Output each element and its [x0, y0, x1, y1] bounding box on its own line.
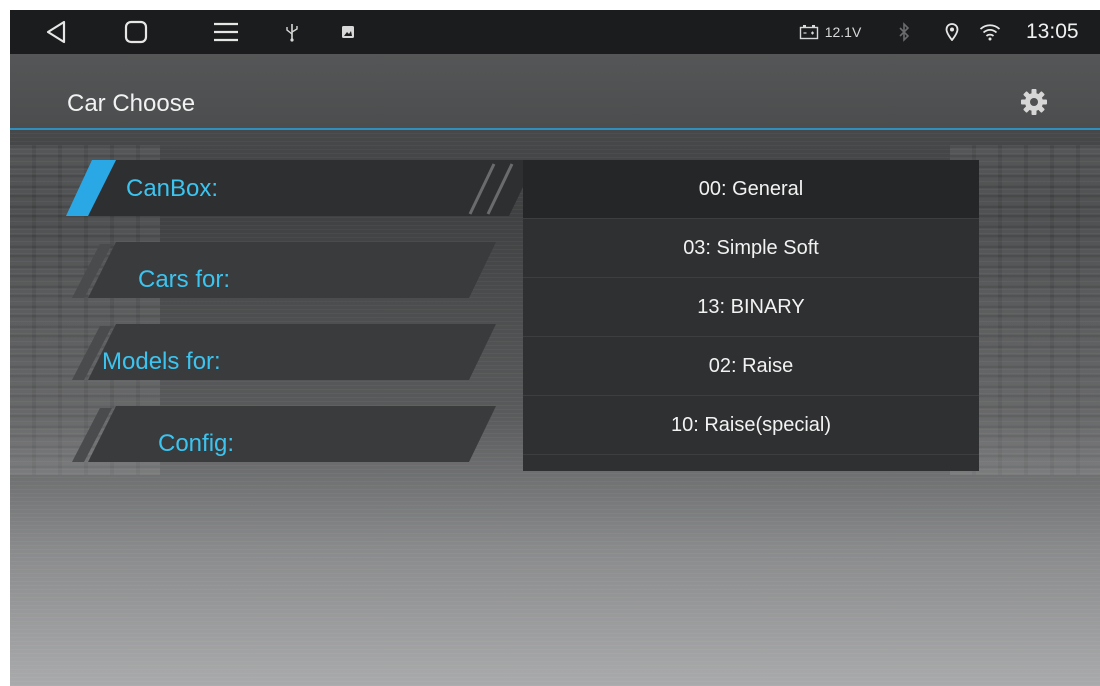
list-item-00-general[interactable]: 00: General: [523, 160, 979, 219]
clock-time: 13:05: [1026, 20, 1079, 43]
wifi-icon: [976, 10, 1004, 54]
gear-icon[interactable]: [1018, 86, 1050, 118]
menu-label-cars-for: Cars for:: [138, 266, 231, 293]
bluetooth-icon: [894, 10, 914, 54]
back-triangle-icon[interactable]: [38, 10, 74, 54]
menu-item-models-for[interactable]: Models for:: [66, 324, 506, 380]
page-title: Car Choose: [67, 90, 196, 117]
menu-label-models-for: Models for:: [102, 348, 221, 375]
battery-voltage-text: 12.1V: [824, 24, 862, 40]
menu-item-cars-for[interactable]: Cars for:: [66, 242, 506, 298]
home-square-icon[interactable]: [118, 10, 154, 54]
menu-label-canbox: CanBox:: [126, 175, 219, 202]
menu-item-canbox[interactable]: CanBox:: [66, 160, 536, 216]
menu-lines-icon[interactable]: [208, 10, 244, 54]
title-bar: Car Choose: [10, 54, 1100, 130]
location-pin-icon: [942, 10, 962, 54]
list-item-02-raise[interactable]: 02: Raise: [523, 337, 979, 396]
menu-label-config: Config:: [158, 430, 235, 457]
car-choose-screen: 12.1V 13:05 Car Choose CanBox: Cars for:…: [10, 10, 1100, 686]
canbox-list: 00: General 03: Simple Soft 13: BINARY 0…: [523, 160, 979, 471]
status-bar: 12.1V 13:05: [10, 10, 1100, 54]
car-battery-icon: [799, 25, 818, 40]
list-item-10-raise-special[interactable]: 10: Raise(special): [523, 396, 979, 455]
list-item-13-binary[interactable]: 13: BINARY: [523, 278, 979, 337]
usb-icon: [280, 10, 304, 54]
battery-voltage-indicator: 12.1V: [780, 10, 880, 54]
menu-item-config[interactable]: Config:: [66, 406, 506, 462]
image-notification-icon: [338, 10, 358, 54]
list-item-03-simple-soft[interactable]: 03: Simple Soft: [523, 219, 979, 278]
